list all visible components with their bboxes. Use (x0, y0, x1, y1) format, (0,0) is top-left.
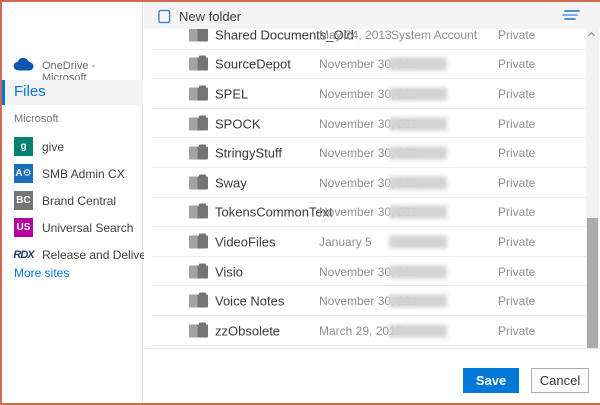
new-folder-button[interactable]: New folder (158, 6, 241, 26)
site-tile-icon: RDX (14, 245, 33, 264)
folder-icon (189, 117, 208, 130)
table-row[interactable]: StringyStuffNovember 30, 201Private (144, 138, 586, 168)
modified-by-redacted (389, 117, 447, 130)
site-tile-icon: A⚙ (14, 164, 33, 183)
sites-list: ggive A⚙ SMB Admin CX BC Brand Central US Univ… (14, 133, 139, 268)
folder-name: StringyStuff (215, 146, 282, 161)
scrollbar[interactable] (586, 28, 599, 370)
folder-icon (189, 87, 208, 100)
folder-icon (189, 58, 208, 71)
sidebar-item-smb-admin-cx[interactable]: A⚙ SMB Admin CX (14, 160, 139, 187)
more-sites-link[interactable]: More sites (14, 266, 69, 280)
sharing-status: Private (498, 146, 535, 160)
site-tile-icon: US (14, 218, 33, 237)
sharing-status: Private (498, 29, 535, 42)
site-label: Universal Search (42, 221, 133, 235)
sharing-status: Private (498, 117, 535, 131)
site-tile-icon: g (14, 137, 33, 156)
cancel-button[interactable]: Cancel (531, 368, 589, 393)
folder-name: VideoFiles (215, 234, 275, 249)
files-label: Files (14, 83, 46, 100)
sidebar-item-universal-search[interactable]: US Universal Search (14, 214, 139, 241)
sharing-status: Private (498, 205, 535, 219)
modified-by-redacted (389, 147, 447, 160)
scrollbar-thumb[interactable] (587, 218, 598, 354)
folder-icon (189, 324, 208, 337)
table-row[interactable]: VisioNovember 30, 201Private (144, 257, 586, 287)
folder-icon (189, 265, 208, 278)
dialog-footer: Save Cancel (144, 348, 600, 403)
modified-by-redacted (389, 206, 447, 219)
sharing-status: Private (498, 324, 535, 338)
table-row[interactable]: SPOCKNovember 30, 201Private (144, 109, 586, 139)
save-button[interactable]: Save (463, 368, 519, 393)
folder-icon (189, 176, 208, 189)
sidebar-section-label: Microsoft (14, 113, 59, 125)
sharing-status: Private (498, 87, 535, 101)
scroll-up-icon[interactable] (589, 33, 595, 39)
modified-by-redacted (389, 295, 447, 308)
modified-date: January 5 (319, 235, 372, 249)
content-pane: New folder Shared Documents_OldMay 24, 2… (144, 2, 600, 403)
sort-menu-icon[interactable] (562, 10, 580, 22)
modified-by-redacted (389, 58, 447, 71)
table-row[interactable]: SourceDepotNovember 30, 201Private (144, 50, 586, 80)
folder-icon (189, 295, 208, 308)
table-row[interactable]: SPELNovember 30, 201Private (144, 79, 586, 109)
folder-icon (189, 206, 208, 219)
table-row[interactable]: zzObsoleteMarch 29, 2015Private (144, 316, 586, 346)
row-divider (152, 345, 586, 346)
folder-icon (189, 147, 208, 160)
modified-by-redacted (389, 87, 447, 100)
table-row[interactable]: Voice NotesNovember 30, 201Private (144, 286, 586, 316)
folder-list: Shared Documents_OldMay 24, 2013System A… (144, 29, 586, 350)
site-label: Brand Central (42, 194, 116, 208)
sidebar: OneDrive - Microsoft Files Microsoft ggi… (2, 2, 143, 403)
onedrive-cloud-icon (12, 55, 38, 73)
folder-picker-dialog: OneDrive - Microsoft Files Microsoft ggi… (0, 0, 600, 405)
sidebar-item-release-and-delivery[interactable]: RDXRelease and Delivery (14, 241, 139, 268)
modified-by-redacted (389, 235, 447, 248)
sharing-status: Private (498, 235, 535, 249)
site-label: Release and Delivery (42, 248, 156, 262)
folder-name: Sway (215, 175, 247, 190)
sharing-status: Private (498, 294, 535, 308)
site-label: SMB Admin CX (42, 167, 125, 181)
folder-name: TokensCommonText (215, 205, 333, 220)
sharing-status: Private (498, 265, 535, 279)
folder-name: zzObsolete (215, 323, 280, 338)
folder-icon (189, 29, 208, 41)
new-folder-icon (158, 9, 171, 24)
modified-by-redacted (389, 176, 447, 189)
table-row[interactable]: SwayNovember 30, 201Private (144, 168, 586, 198)
folder-name: SPEL (215, 86, 248, 101)
sidebar-item-brand-central[interactable]: BC Brand Central (14, 187, 139, 214)
new-folder-label: New folder (179, 9, 241, 24)
sidebar-item-files[interactable]: Files (2, 80, 143, 105)
folder-icon (189, 235, 208, 248)
sharing-status: Private (498, 176, 535, 190)
site-tile-icon: BC (14, 191, 33, 210)
modified-by: System Account (391, 29, 477, 42)
sharing-status: Private (498, 57, 535, 71)
table-row[interactable]: VideoFiles January 5 Private (144, 227, 586, 257)
table-row[interactable]: Shared Documents_OldMay 24, 2013System A… (144, 29, 586, 50)
site-label: give (42, 140, 64, 154)
folder-name: Voice Notes (215, 294, 284, 309)
sidebar-item-give[interactable]: ggive (14, 133, 139, 160)
folder-name: SourceDepot (215, 57, 291, 72)
folder-name: Visio (215, 264, 243, 279)
modified-date: May 24, 2013 (319, 29, 392, 42)
table-row[interactable]: TokensCommonTextNovember 30, 201Private (144, 198, 586, 228)
folder-name: SPOCK (215, 116, 261, 131)
selected-indicator (2, 80, 5, 105)
modified-by-redacted (389, 324, 447, 337)
modified-by-redacted (389, 265, 447, 278)
toolbar: New folder (144, 2, 600, 29)
